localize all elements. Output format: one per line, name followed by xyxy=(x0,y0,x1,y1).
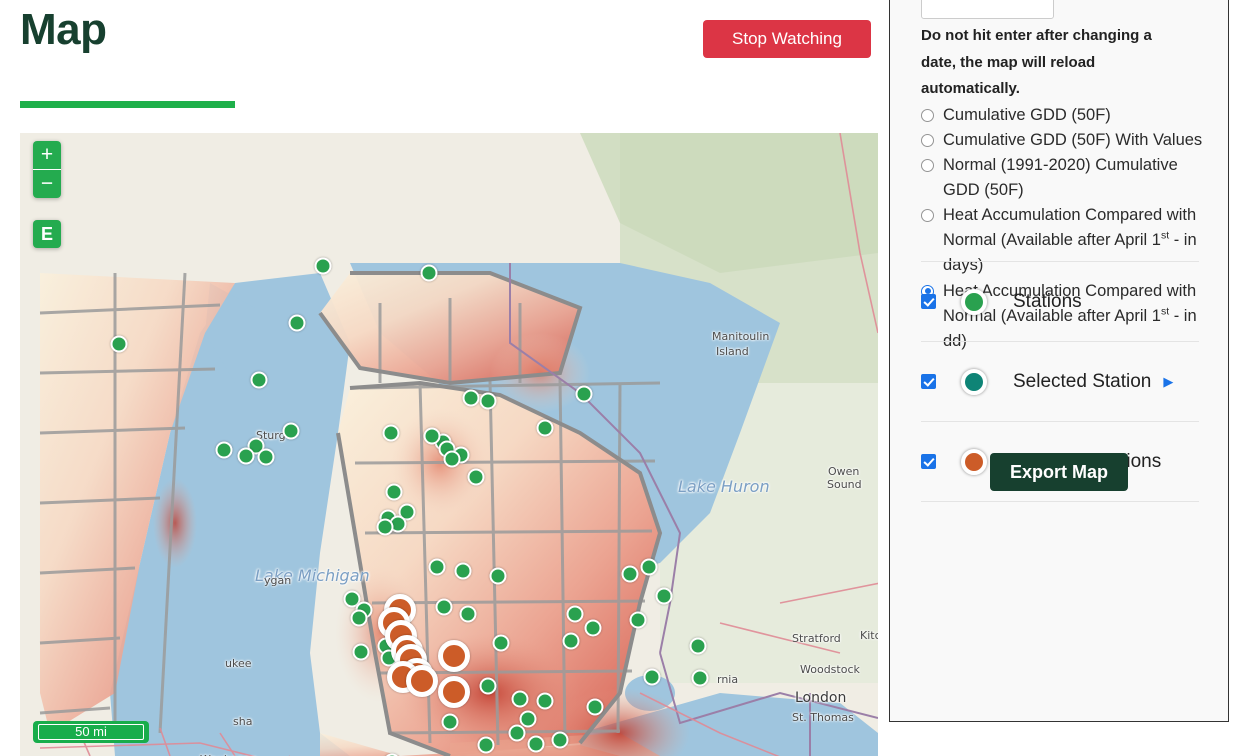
station-marker[interactable] xyxy=(423,427,441,445)
station-marker[interactable] xyxy=(257,448,275,466)
legend-checkbox[interactable] xyxy=(921,454,936,469)
station-marker[interactable] xyxy=(350,609,368,627)
station-marker[interactable] xyxy=(492,634,510,652)
map-options-panel: Do not hit enter after changing a date, … xyxy=(889,0,1229,722)
station-marker[interactable] xyxy=(215,441,233,459)
map-layer-option-label: Cumulative GDD (50F) xyxy=(943,106,1111,124)
map-layer-option-label: Cumulative GDD (50F) With Values xyxy=(943,131,1203,150)
station-marker[interactable] xyxy=(655,587,673,605)
station-marker[interactable] xyxy=(477,736,495,754)
station-marker[interactable] xyxy=(352,643,370,661)
map-scale-bar: 50 mi xyxy=(33,721,149,743)
legend-divider xyxy=(921,501,1199,502)
station-marker[interactable] xyxy=(385,483,403,501)
watched-station-marker[interactable] xyxy=(438,676,470,708)
date-input[interactable] xyxy=(921,0,1054,19)
stop-watching-button[interactable]: Stop Watching xyxy=(703,20,871,58)
page-title: Map xyxy=(20,5,107,54)
legend-checkbox[interactable] xyxy=(921,374,936,389)
zoom-out-button[interactable]: − xyxy=(33,169,61,198)
station-marker[interactable] xyxy=(282,422,300,440)
legend-marker-icon xyxy=(961,288,987,315)
radio-button-icon[interactable] xyxy=(921,134,934,148)
station-marker[interactable] xyxy=(237,447,255,465)
station-marker[interactable] xyxy=(584,619,602,637)
legend-marker-icon xyxy=(961,368,987,395)
radio-button-icon[interactable] xyxy=(921,159,934,173)
station-marker[interactable] xyxy=(479,677,497,695)
station-marker[interactable] xyxy=(643,668,661,686)
station-marker[interactable] xyxy=(536,419,554,437)
map-marker-layer[interactable] xyxy=(20,133,878,756)
station-marker[interactable] xyxy=(462,389,480,407)
radio-button-icon[interactable] xyxy=(921,109,934,122)
station-marker[interactable] xyxy=(110,335,128,353)
legend-row-1[interactable]: Selected Station ▶ xyxy=(921,341,1199,421)
station-marker[interactable] xyxy=(566,605,584,623)
station-marker[interactable] xyxy=(536,692,554,710)
station-marker[interactable] xyxy=(629,611,647,629)
station-marker[interactable] xyxy=(250,371,268,389)
map-layer-option-0[interactable]: Cumulative GDD (50F) xyxy=(921,103,1207,128)
map-scale-label: 50 mi xyxy=(38,724,144,740)
legend-label: Selected Station xyxy=(1013,370,1152,392)
watched-station-marker[interactable] xyxy=(406,665,438,697)
station-marker[interactable] xyxy=(443,450,461,468)
station-marker[interactable] xyxy=(459,605,477,623)
radio-button-icon[interactable] xyxy=(921,209,934,223)
map-layer-option-2[interactable]: Normal (1991-2020) Cumulative GDD (50F) xyxy=(921,153,1207,203)
station-marker[interactable] xyxy=(420,264,438,282)
station-marker[interactable] xyxy=(479,392,497,410)
station-marker[interactable] xyxy=(376,518,394,536)
station-marker[interactable] xyxy=(508,724,526,742)
legend-checkbox[interactable] xyxy=(921,294,936,309)
station-marker[interactable] xyxy=(467,468,485,486)
map-layer-option-label: Normal (1991-2020) Cumulative GDD (50F) xyxy=(943,156,1178,200)
station-marker[interactable] xyxy=(689,637,707,655)
map-canvas[interactable]: Manitoulin Island Owen Sound Lake Huron Lake … xyxy=(20,133,878,756)
legend-row-0[interactable]: Stations xyxy=(921,261,1199,341)
station-marker[interactable] xyxy=(489,567,507,585)
map-layer-option-1[interactable]: Cumulative GDD (50F) With Values xyxy=(921,128,1207,153)
legend-marker-icon xyxy=(961,448,987,475)
station-marker[interactable] xyxy=(288,314,306,332)
station-marker[interactable] xyxy=(640,558,658,576)
station-marker[interactable] xyxy=(441,713,459,731)
chevron-right-icon[interactable]: ▶ xyxy=(1163,374,1173,390)
legend-label: Stations xyxy=(1013,290,1082,312)
station-marker[interactable] xyxy=(435,598,453,616)
station-marker[interactable] xyxy=(454,562,472,580)
station-marker[interactable] xyxy=(519,710,537,728)
station-marker[interactable] xyxy=(575,385,593,403)
station-marker[interactable] xyxy=(527,735,545,753)
main-content: Map Stop Watching Manitoulin Island Owen… xyxy=(0,0,890,756)
page-root: Map Stop Watching Manitoulin Island Owen… xyxy=(0,0,1241,756)
station-marker[interactable] xyxy=(562,632,580,650)
watched-station-marker[interactable] xyxy=(438,640,470,672)
station-marker[interactable] xyxy=(382,424,400,442)
station-marker[interactable] xyxy=(551,731,569,749)
title-underline-bar xyxy=(20,101,235,108)
station-marker[interactable] xyxy=(511,690,529,708)
station-marker[interactable] xyxy=(691,669,709,687)
panel-warning-text: Do not hit enter after changing a date, … xyxy=(921,27,1152,98)
zoom-in-button[interactable]: + xyxy=(33,141,61,169)
station-marker[interactable] xyxy=(586,698,604,716)
map-export-button[interactable]: E xyxy=(33,220,61,248)
station-marker[interactable] xyxy=(428,558,446,576)
station-marker[interactable] xyxy=(621,565,639,583)
export-map-button[interactable]: Export Map xyxy=(990,453,1128,491)
station-marker[interactable] xyxy=(314,257,332,275)
map-zoom-controls[interactable]: + − xyxy=(33,141,61,198)
